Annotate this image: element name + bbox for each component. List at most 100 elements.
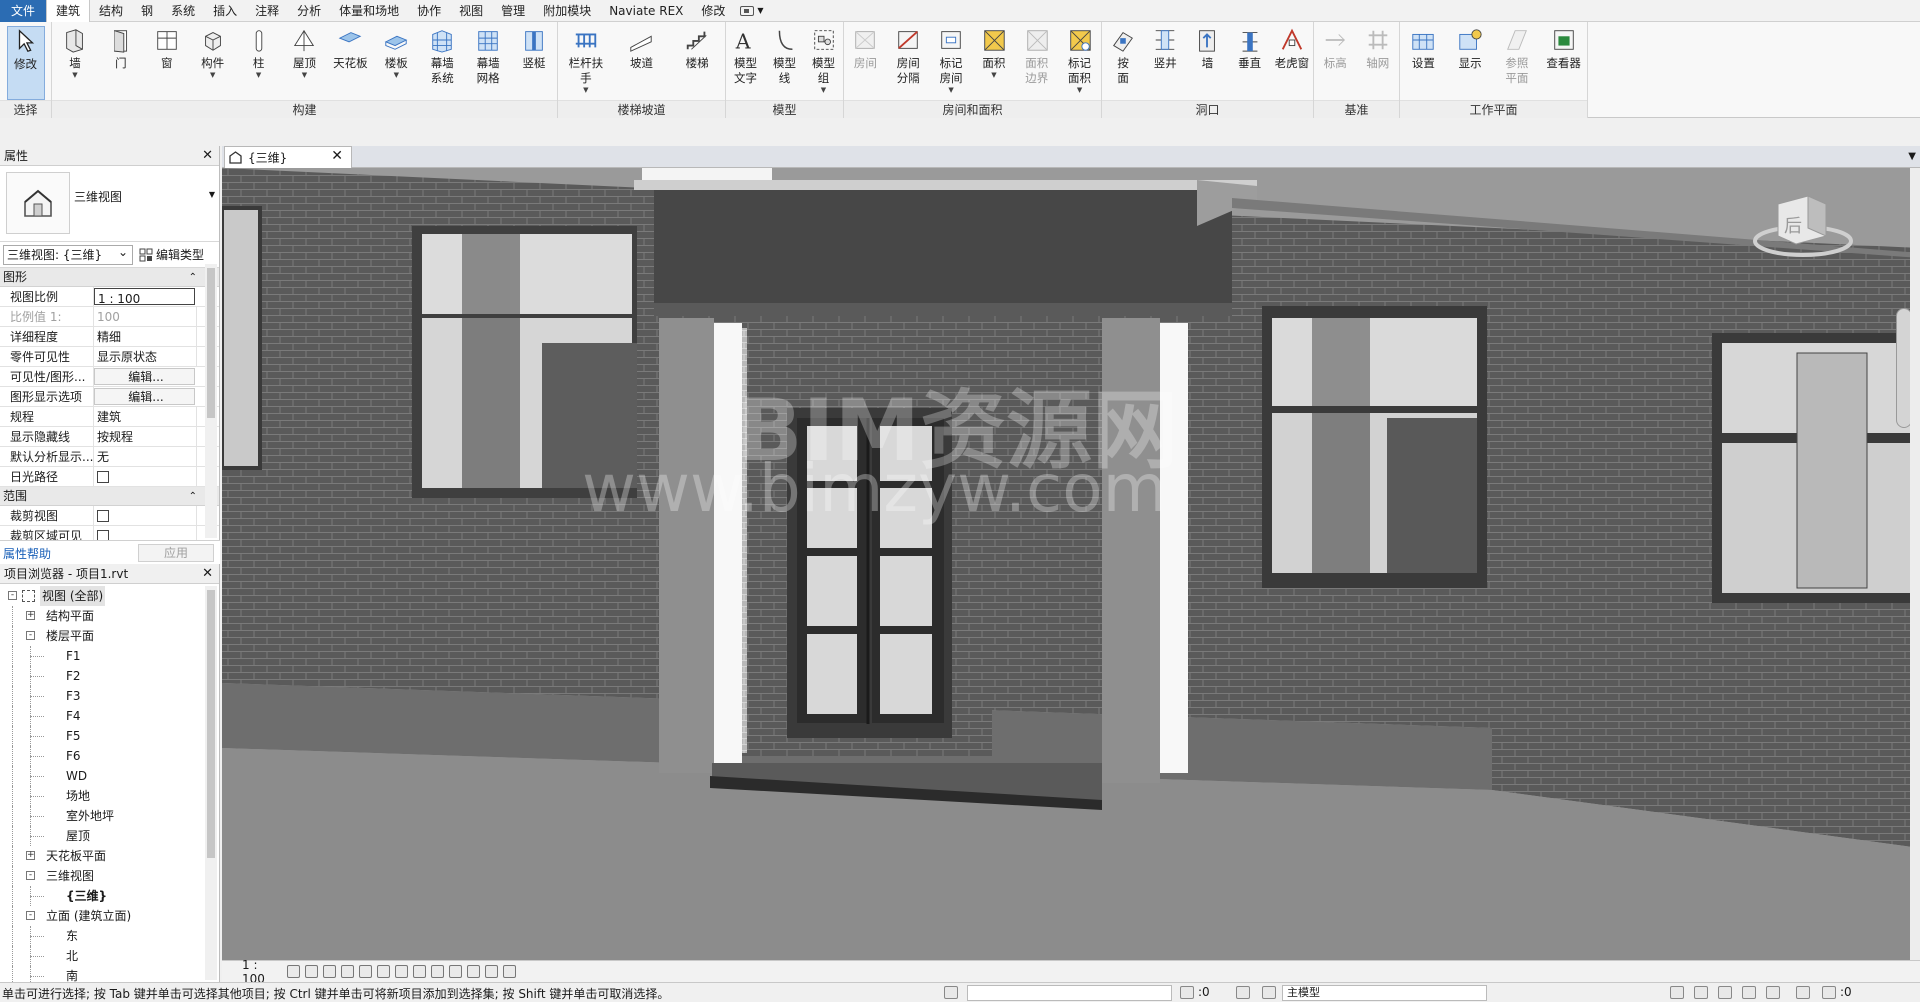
design-option-dropdown[interactable]: 主模型 <box>1282 985 1487 1001</box>
property-value[interactable]: 1 : 100 <box>94 288 195 305</box>
panel-title[interactable]: 选择 <box>0 100 51 118</box>
browser-node[interactable]: 屋顶 <box>0 826 219 846</box>
group-graphics[interactable]: 图形 ⌃ <box>0 268 219 287</box>
ribbon-tab-11[interactable]: 管理 <box>492 0 534 22</box>
ramp-button[interactable]: 坡道 <box>622 26 660 100</box>
select-by-face-icon[interactable] <box>1742 986 1756 999</box>
level-button[interactable]: 标高 <box>1316 26 1354 100</box>
ribbon-tab-6[interactable]: 注释 <box>246 0 288 22</box>
close-icon[interactable]: ✕ <box>202 146 213 166</box>
edit-type-button[interactable]: 编辑类型 <box>139 246 204 263</box>
browser-scrollbar[interactable] <box>205 586 217 980</box>
dropdown-arrow-icon[interactable]: ▼ <box>394 71 399 79</box>
browser-node[interactable]: F4 <box>0 706 219 726</box>
collapse-icon[interactable]: ⌃ <box>189 487 197 506</box>
type-selector[interactable]: 三维视图 ▼ <box>0 166 219 242</box>
ribbon-tab-4[interactable]: 系统 <box>162 0 204 22</box>
apply-button[interactable]: 应用 <box>138 544 214 562</box>
shaft-button[interactable]: 竖井 <box>1146 26 1184 100</box>
visual-style-icon[interactable] <box>305 965 318 978</box>
room-separator-button[interactable]: 房间 分隔 <box>889 26 927 100</box>
property-checkbox[interactable] <box>97 510 109 522</box>
tab-list-dropdown-icon[interactable]: ▼ <box>1908 151 1916 162</box>
3d-view-canvas[interactable]: BIM资源网 www.bimzyw.com 后 <box>222 168 1920 960</box>
ribbon-tab-8[interactable]: 体量和场地 <box>330 0 408 22</box>
view-scrollbar[interactable] <box>1910 168 1920 960</box>
set-button[interactable]: 设置 <box>1404 26 1442 100</box>
ref-plane-button[interactable]: 参照 平面 <box>1498 26 1536 100</box>
ribbon-tab-3[interactable]: 钢 <box>132 0 162 22</box>
panel-title[interactable]: 洞口 <box>1102 100 1313 118</box>
window-button[interactable]: 窗 <box>148 26 186 100</box>
viewer-button[interactable]: 查看器 <box>1545 26 1583 100</box>
cursor-button[interactable]: 修改 <box>6 26 45 100</box>
collapse-icon[interactable]: - <box>26 631 35 640</box>
viewcube[interactable]: 后 <box>1748 186 1858 266</box>
model-line-button[interactable]: 模型 线 <box>766 26 804 100</box>
floor-button[interactable]: 楼板 ▼ <box>377 26 415 100</box>
browser-node[interactable]: 场地 <box>0 786 219 806</box>
property-value[interactable]: 编辑... <box>94 368 195 385</box>
vertical-button[interactable]: 垂直 <box>1231 26 1269 100</box>
panel-title[interactable]: 房间和面积 <box>844 100 1101 118</box>
browser-node[interactable]: - 楼层平面 <box>0 626 219 646</box>
instance-filter-dropdown[interactable]: 三维视图: {三维} <box>3 243 133 265</box>
browser-node[interactable]: F1 <box>0 646 219 666</box>
component-button[interactable]: 构件 ▼ <box>194 26 232 100</box>
close-icon[interactable]: ✕ <box>202 564 213 584</box>
browser-node[interactable]: WD <box>0 766 219 786</box>
collapse-icon[interactable]: - <box>26 911 35 920</box>
door-button[interactable]: 门 <box>102 26 140 100</box>
browser-node[interactable]: {三维} <box>0 886 219 906</box>
drag-elements-icon[interactable] <box>1766 986 1780 999</box>
railing-button[interactable]: 栏杆扶手 ▼ <box>567 26 605 100</box>
temp-hide-icon[interactable] <box>431 965 444 978</box>
wall-button[interactable]: 墙 ▼ <box>56 26 94 100</box>
browser-node[interactable]: - 三维视图 <box>0 866 219 886</box>
curtain-grid-button[interactable]: 幕墙 网格 <box>469 26 507 100</box>
ribbon-tab-14[interactable]: 修改 <box>692 0 734 22</box>
design-options-list-icon[interactable] <box>1262 986 1276 999</box>
browser-node[interactable]: - 视图 (全部) <box>0 586 219 606</box>
show-crop-icon[interactable] <box>395 965 408 978</box>
highlight-icon[interactable] <box>485 965 498 978</box>
panel-title[interactable]: 基准 <box>1314 100 1399 118</box>
collapse-icon[interactable]: - <box>26 871 35 880</box>
shadows-icon[interactable] <box>341 965 354 978</box>
close-icon[interactable]: ✕ <box>331 148 343 164</box>
crop-view-icon[interactable] <box>377 965 390 978</box>
design-options-icon[interactable] <box>1236 986 1250 999</box>
by-face-button[interactable]: 按 面 <box>1104 26 1142 100</box>
dropdown-arrow-icon[interactable]: ▼ <box>821 86 826 94</box>
browser-node[interactable]: F2 <box>0 666 219 686</box>
property-value[interactable]: 精细 <box>94 327 197 346</box>
browser-node[interactable]: 北 <box>0 946 219 966</box>
quick-access-dropdown[interactable]: ▼ <box>734 5 769 16</box>
panel-title[interactable]: 构建 <box>52 100 557 118</box>
ribbon-tab-7[interactable]: 分析 <box>288 0 330 22</box>
ribbon-tab-0[interactable]: 文件 <box>0 0 47 22</box>
browser-node[interactable]: F3 <box>0 686 219 706</box>
dropdown-arrow-icon[interactable]: ▼ <box>583 86 588 94</box>
constraints-icon[interactable] <box>503 965 516 978</box>
group-extents[interactable]: 范围 ⌃ <box>0 487 219 506</box>
panel-title[interactable]: 工作平面 <box>1400 100 1587 118</box>
scroll-thumb[interactable] <box>207 268 215 418</box>
analytical-icon[interactable] <box>467 965 480 978</box>
property-value[interactable]: 显示原状态 <box>94 347 197 366</box>
background-process-icon[interactable] <box>1796 986 1810 999</box>
editable-only-icon[interactable] <box>1180 986 1194 999</box>
room-button[interactable]: 房间 <box>846 26 884 100</box>
reveal-hidden-icon[interactable] <box>449 965 462 978</box>
dropdown-arrow-icon[interactable]: ▼ <box>72 71 77 79</box>
roof-button[interactable]: 屋顶 ▼ <box>285 26 323 100</box>
ribbon-tab-13[interactable]: Naviate REX <box>600 0 692 22</box>
model-group-button[interactable]: 模型 组 ▼ <box>805 26 843 100</box>
browser-node[interactable]: 东 <box>0 926 219 946</box>
property-value[interactable]: 建筑 <box>94 407 197 426</box>
stair-button[interactable]: 楼梯 <box>678 26 716 100</box>
collapse-icon[interactable]: ⌃ <box>189 268 197 287</box>
tag-room-button[interactable]: 标记 房间 ▼ <box>932 26 970 100</box>
ceiling-button[interactable]: 天花板 <box>331 26 369 100</box>
select-pinned-icon[interactable] <box>1718 986 1732 999</box>
